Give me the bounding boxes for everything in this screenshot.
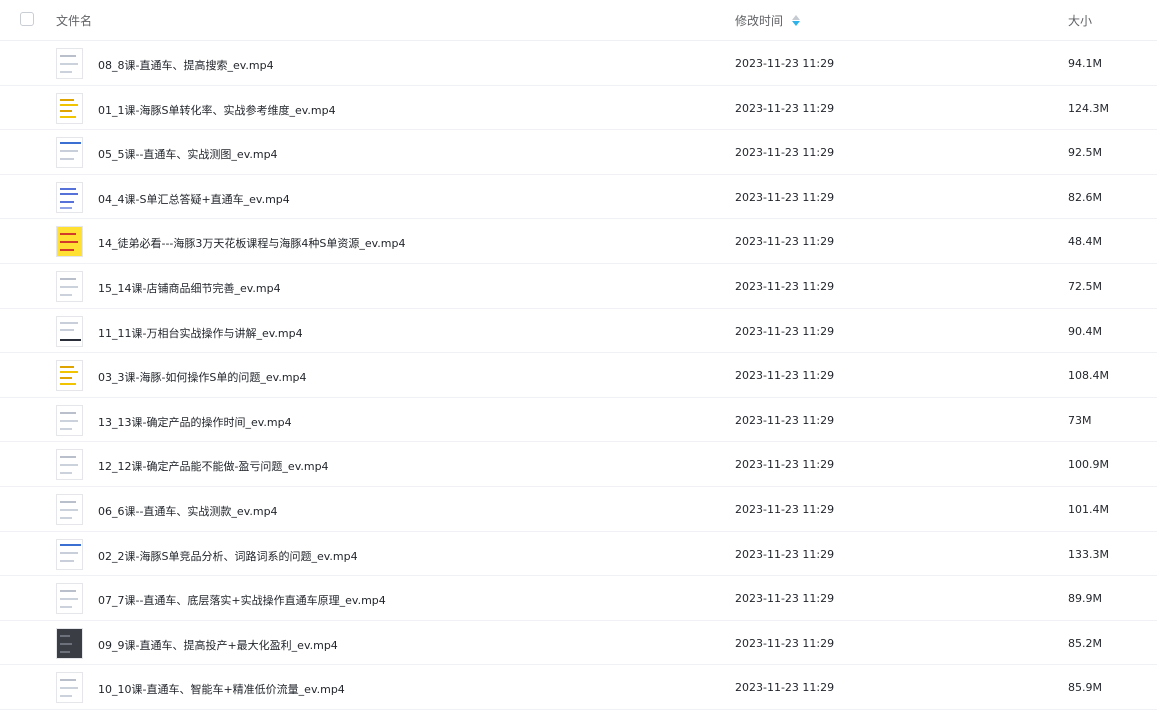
file-size: 82.6M bbox=[1068, 190, 1102, 204]
file-size: 85.9M bbox=[1068, 681, 1102, 695]
table-row[interactable]: 13_13课-确定产品的操作时间_ev.mp4 2023-11-23 11:29 7… bbox=[0, 398, 1157, 443]
table-header: 文件名 修改时间 大小 bbox=[0, 0, 1157, 41]
sort-desc-icon[interactable] bbox=[792, 14, 801, 27]
file-size: 124.3M bbox=[1068, 101, 1109, 115]
modified-time: 2023-11-23 11:29 bbox=[735, 369, 835, 383]
table-row[interactable]: 06_6课--直通车、实战测款_ev.mp4 2023-11-23 11:29 10… bbox=[0, 487, 1157, 532]
video-thumbnail-icon[interactable] bbox=[56, 92, 83, 124]
file-size: 85.2M bbox=[1068, 636, 1102, 650]
video-thumbnail-icon[interactable] bbox=[56, 181, 83, 213]
file-name[interactable]: 07_7课--直通车、底层落实+实战操作直通车原理_ev.mp4 bbox=[98, 592, 386, 608]
table-row[interactable]: 15_14课-店铺商品细节完善_ev.mp4 2023-11-23 11:29 72… bbox=[0, 264, 1157, 309]
table-row[interactable]: 03_3课-海豚-如何操作S单的问题_ev.mp4 2023-11-23 11:2… bbox=[0, 353, 1157, 398]
select-all-checkbox[interactable] bbox=[20, 12, 34, 26]
file-size: 101.4M bbox=[1068, 502, 1109, 516]
video-thumbnail-icon[interactable] bbox=[56, 315, 83, 347]
modified-time: 2023-11-23 11:29 bbox=[735, 190, 835, 204]
file-rows: 08_8课-直通车、提高搜索_ev.mp4 2023-11-23 11:29 94.… bbox=[0, 41, 1157, 710]
modified-time: 2023-11-23 11:29 bbox=[735, 57, 835, 70]
table-row[interactable]: 02_2课-海豚S单竞品分析、词路词系的问题_ev.mp4 2023-11-23 … bbox=[0, 532, 1157, 577]
file-name[interactable]: 15_14课-店铺商品细节完善_ev.mp4 bbox=[98, 280, 281, 296]
video-thumbnail-icon[interactable] bbox=[56, 538, 83, 570]
file-name[interactable]: 12_12课-确定产品能不能做-盈亏问题_ev.mp4 bbox=[98, 458, 329, 474]
table-row[interactable]: 07_7课--直通车、底层落实+实战操作直通车原理_ev.mp4 2023-11-… bbox=[0, 576, 1157, 621]
file-list-table: 文件名 修改时间 大小 08_8课-直通车、提高搜索_ev.mp4 2023-11… bbox=[0, 0, 1157, 710]
table-row[interactable]: 10_10课-直通车、智能车+精准低价流量_ev.mp4 2023-11-23 1… bbox=[0, 665, 1157, 710]
modified-time: 2023-11-23 11:29 bbox=[735, 502, 835, 516]
column-header-name[interactable]: 文件名 bbox=[56, 12, 92, 29]
video-thumbnail-icon[interactable] bbox=[56, 226, 83, 258]
table-row[interactable]: 01_1课-海豚S单转化率、实战参考维度_ev.mp4 2023-11-23 11… bbox=[0, 86, 1157, 131]
modified-time: 2023-11-23 11:29 bbox=[735, 636, 835, 650]
file-size: 133.3M bbox=[1068, 547, 1109, 561]
table-row[interactable]: 09_9课-直通车、提高投产+最大化盈利_ev.mp4 2023-11-23 11… bbox=[0, 621, 1157, 666]
table-row[interactable]: 12_12课-确定产品能不能做-盈亏问题_ev.mp4 2023-11-23 11… bbox=[0, 442, 1157, 487]
file-size: 94.1M bbox=[1068, 57, 1102, 70]
video-thumbnail-icon[interactable] bbox=[56, 449, 83, 481]
video-thumbnail-icon[interactable] bbox=[56, 360, 83, 392]
modified-time: 2023-11-23 11:29 bbox=[735, 324, 835, 338]
video-thumbnail-icon[interactable] bbox=[56, 672, 83, 704]
video-thumbnail-icon[interactable] bbox=[56, 404, 83, 436]
file-name[interactable]: 06_6课--直通车、实战测款_ev.mp4 bbox=[98, 503, 278, 519]
modified-time: 2023-11-23 11:29 bbox=[735, 458, 835, 472]
modified-time: 2023-11-23 11:29 bbox=[735, 592, 835, 606]
video-thumbnail-icon[interactable] bbox=[56, 627, 83, 659]
video-thumbnail-icon[interactable] bbox=[56, 583, 83, 615]
file-size: 48.4M bbox=[1068, 235, 1102, 249]
table-row[interactable]: 08_8课-直通车、提高搜索_ev.mp4 2023-11-23 11:29 94.… bbox=[0, 41, 1157, 86]
file-name[interactable]: 02_2课-海豚S单竞品分析、词路词系的问题_ev.mp4 bbox=[98, 548, 358, 564]
file-size: 73M bbox=[1068, 413, 1092, 427]
file-name[interactable]: 05_5课--直通车、实战测图_ev.mp4 bbox=[98, 146, 278, 162]
file-size: 89.9M bbox=[1068, 592, 1102, 606]
table-row[interactable]: 05_5课--直通车、实战测图_ev.mp4 2023-11-23 11:29 92… bbox=[0, 130, 1157, 175]
file-name[interactable]: 04_4课-S单汇总答疑+直通车_ev.mp4 bbox=[98, 191, 290, 207]
file-name[interactable]: 08_8课-直通车、提高搜索_ev.mp4 bbox=[98, 57, 274, 73]
modified-time: 2023-11-23 11:29 bbox=[735, 146, 835, 160]
file-name[interactable]: 01_1课-海豚S单转化率、实战参考维度_ev.mp4 bbox=[98, 102, 336, 118]
file-name[interactable]: 09_9课-直通车、提高投产+最大化盈利_ev.mp4 bbox=[98, 637, 338, 653]
video-thumbnail-icon[interactable] bbox=[56, 48, 83, 79]
file-size: 108.4M bbox=[1068, 369, 1109, 383]
modified-time: 2023-11-23 11:29 bbox=[735, 279, 835, 293]
file-name[interactable]: 14_徒弟必看---海豚3万天花板课程与海豚4种S单资源_ev.mp4 bbox=[98, 235, 406, 251]
table-row[interactable]: 04_4课-S单汇总答疑+直通车_ev.mp4 2023-11-23 11:29 8… bbox=[0, 175, 1157, 220]
modified-time: 2023-11-23 11:29 bbox=[735, 413, 835, 427]
video-thumbnail-icon[interactable] bbox=[56, 270, 83, 302]
table-row[interactable]: 14_徒弟必看---海豚3万天花板课程与海豚4种S单资源_ev.mp4 2023-… bbox=[0, 219, 1157, 264]
file-name[interactable]: 13_13课-确定产品的操作时间_ev.mp4 bbox=[98, 414, 292, 430]
column-header-size[interactable]: 大小 bbox=[1068, 12, 1092, 29]
file-name[interactable]: 10_10课-直通车、智能车+精准低价流量_ev.mp4 bbox=[98, 681, 345, 697]
column-header-time-label: 修改时间 bbox=[735, 14, 784, 28]
file-size: 72.5M bbox=[1068, 279, 1102, 293]
table-row[interactable]: 11_11课-万相台实战操作与讲解_ev.mp4 2023-11-23 11:29… bbox=[0, 309, 1157, 354]
video-thumbnail-icon[interactable] bbox=[56, 493, 83, 525]
video-thumbnail-icon[interactable] bbox=[56, 137, 83, 169]
modified-time: 2023-11-23 11:29 bbox=[735, 101, 835, 115]
file-size: 100.9M bbox=[1068, 458, 1109, 472]
column-header-time[interactable]: 修改时间 bbox=[735, 12, 801, 29]
file-name[interactable]: 11_11课-万相台实战操作与讲解_ev.mp4 bbox=[98, 325, 303, 341]
file-name[interactable]: 03_3课-海豚-如何操作S单的问题_ev.mp4 bbox=[98, 369, 307, 385]
modified-time: 2023-11-23 11:29 bbox=[735, 235, 835, 249]
file-size: 90.4M bbox=[1068, 324, 1102, 338]
modified-time: 2023-11-23 11:29 bbox=[735, 681, 835, 695]
file-size: 92.5M bbox=[1068, 146, 1102, 160]
modified-time: 2023-11-23 11:29 bbox=[735, 547, 835, 561]
